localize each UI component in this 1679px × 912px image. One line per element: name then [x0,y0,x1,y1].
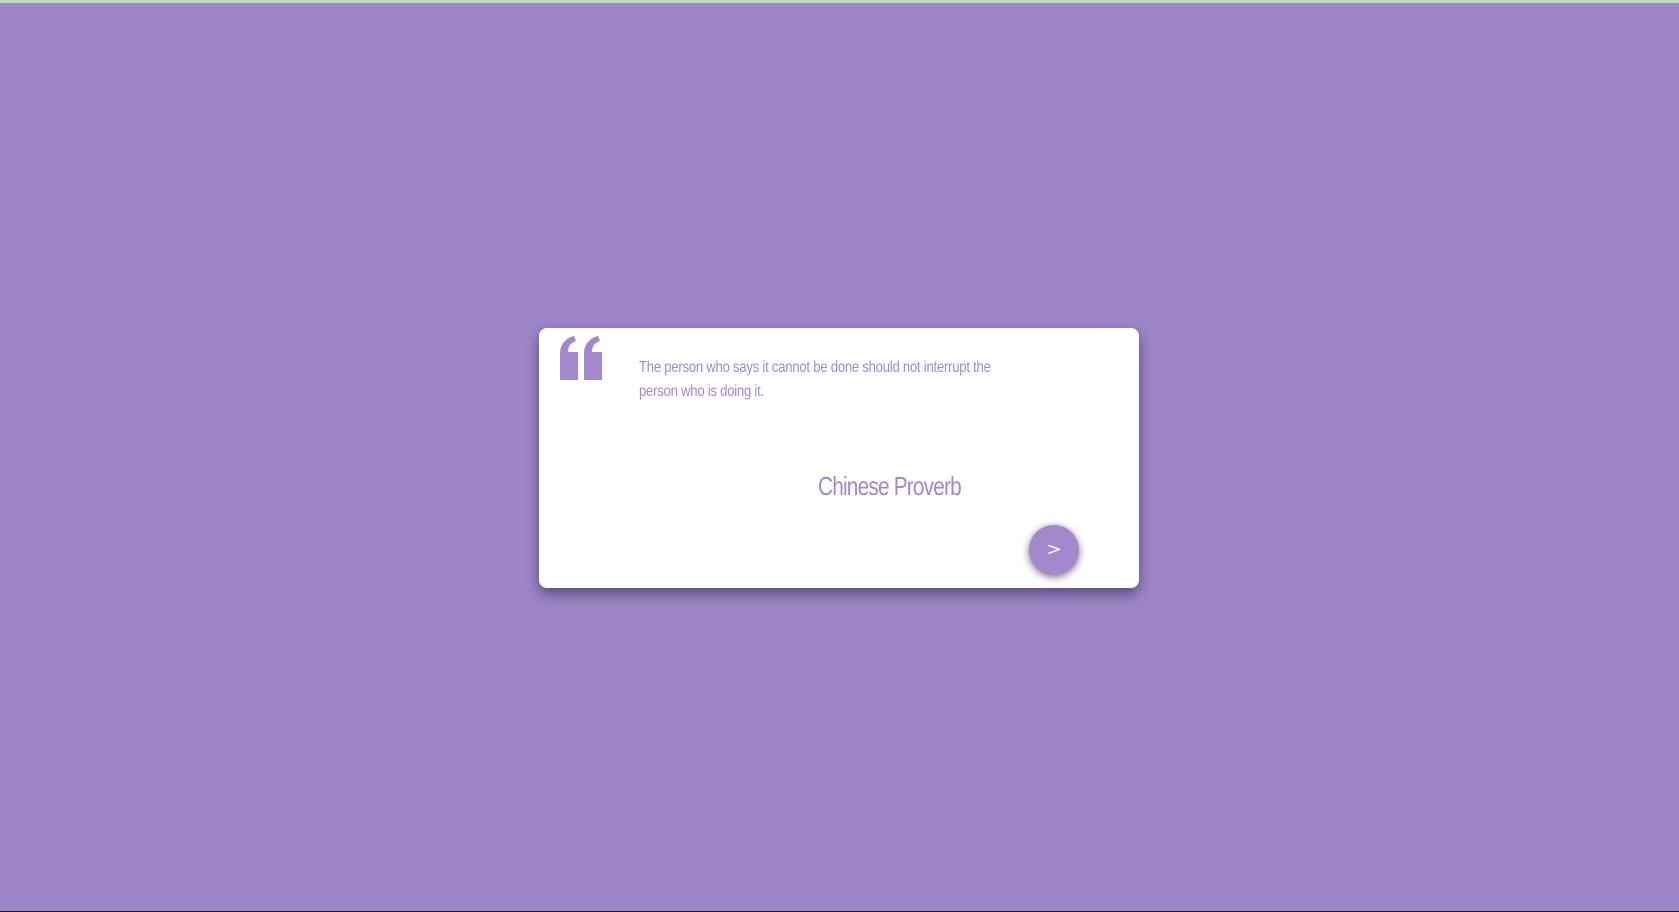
quote-open-icon-svg [560,336,602,380]
page-background: The person who says it cannot be done sh… [0,0,1679,912]
quote-text: The person who says it cannot be done sh… [639,359,991,400]
quote-card: The person who says it cannot be done sh… [539,328,1139,588]
quote-author: Chinese Proverb [818,471,962,501]
next-quote-button[interactable]: > [1029,525,1079,575]
quote-mark-right [584,336,602,380]
quote-open-icon [560,336,604,382]
quote-mark-left [560,336,578,380]
top-strip [0,0,1679,3]
